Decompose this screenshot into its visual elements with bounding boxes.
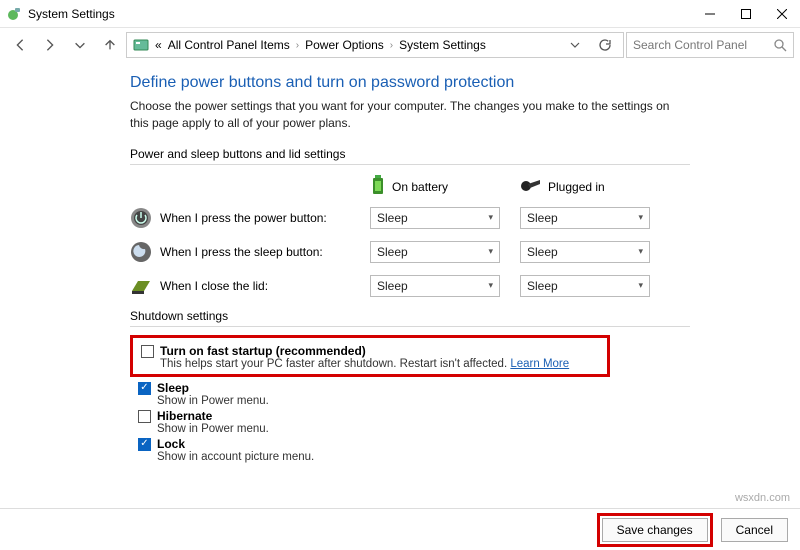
minimize-button[interactable] <box>692 0 728 28</box>
breadcrumb-item[interactable]: All Control Panel Items <box>168 38 290 52</box>
hibernate-checkbox[interactable] <box>138 410 151 423</box>
plug-icon <box>520 178 542 195</box>
sleep-battery-select[interactable]: Sleep▾ <box>370 241 500 263</box>
power-settings-grid: On battery Plugged in When I press the p… <box>130 173 690 303</box>
refresh-button[interactable] <box>593 33 617 57</box>
breadcrumb-prefix: « <box>155 38 162 52</box>
power-button-row: When I press the power button: Sleep▾ Sl… <box>130 201 690 235</box>
chevron-down-icon: ▾ <box>488 280 493 291</box>
power-icon <box>130 207 152 229</box>
section-title: Power and sleep buttons and lid settings <box>130 147 800 161</box>
control-panel-icon <box>133 37 149 53</box>
search-icon <box>773 38 787 52</box>
search-input[interactable]: Search Control Panel <box>626 32 794 58</box>
breadcrumb-item[interactable]: System Settings <box>399 38 486 52</box>
address-history-button[interactable] <box>563 33 587 57</box>
option-description: This helps start your PC faster after sh… <box>160 358 569 370</box>
row-label: When I close the lid: <box>160 279 268 293</box>
power-plugged-select[interactable]: Sleep▾ <box>520 207 650 229</box>
option-description: Show in Power menu. <box>157 423 269 435</box>
maximize-button[interactable] <box>728 0 764 28</box>
nav-back-button[interactable] <box>6 31 34 59</box>
sleep-checkbox[interactable] <box>138 382 151 395</box>
breadcrumb-item[interactable]: Power Options <box>305 38 384 52</box>
fast-startup-highlight: Turn on fast startup (recommended) This … <box>130 335 610 377</box>
nav-up-button[interactable] <box>96 31 124 59</box>
fast-startup-option[interactable]: Turn on fast startup (recommended) This … <box>141 344 599 370</box>
titlebar: System Settings <box>0 0 800 28</box>
option-description: Show in account picture menu. <box>157 451 314 463</box>
lid-icon <box>130 275 152 297</box>
chevron-right-icon: › <box>296 40 299 51</box>
sleep-plugged-select[interactable]: Sleep▾ <box>520 241 650 263</box>
watermark: wsxdn.com <box>735 492 790 504</box>
address-bar[interactable]: « All Control Panel Items › Power Option… <box>126 32 624 58</box>
search-placeholder: Search Control Panel <box>633 38 747 52</box>
battery-icon <box>370 175 386 198</box>
nav-forward-button[interactable] <box>36 31 64 59</box>
fast-startup-checkbox[interactable] <box>141 345 154 358</box>
sleep-icon <box>130 241 152 263</box>
shutdown-settings: Shutdown settings Turn on fast startup (… <box>130 309 690 463</box>
lid-battery-select[interactable]: Sleep▾ <box>370 275 500 297</box>
page-heading: Define power buttons and turn on passwor… <box>130 74 800 92</box>
nav-recent-button[interactable] <box>66 31 94 59</box>
lid-row: When I close the lid: Sleep▾ Sleep▾ <box>130 269 690 303</box>
learn-more-link[interactable]: Learn More <box>510 358 569 370</box>
power-battery-select[interactable]: Sleep▾ <box>370 207 500 229</box>
sleep-button-row: When I press the sleep button: Sleep▾ Sl… <box>130 235 690 269</box>
option-description: Show in Power menu. <box>157 395 269 407</box>
footer: Save changes Cancel <box>0 508 800 550</box>
chevron-down-icon: ▾ <box>638 280 643 291</box>
option-label: Turn on fast startup (recommended) <box>160 344 569 358</box>
chevron-down-icon: ▾ <box>638 212 643 223</box>
content: Define power buttons and turn on passwor… <box>0 62 800 463</box>
lock-checkbox[interactable] <box>138 438 151 451</box>
row-label: When I press the power button: <box>160 211 327 225</box>
option-label: Lock <box>157 437 314 451</box>
row-label: When I press the sleep button: <box>160 245 323 259</box>
chevron-down-icon: ▾ <box>488 246 493 257</box>
save-highlight: Save changes <box>597 513 713 547</box>
sleep-option[interactable]: Sleep Show in Power menu. <box>138 381 690 407</box>
hibernate-option[interactable]: Hibernate Show in Power menu. <box>138 409 690 435</box>
close-button[interactable] <box>764 0 800 28</box>
lock-option[interactable]: Lock Show in account picture menu. <box>138 437 690 463</box>
divider <box>130 164 690 165</box>
cancel-button[interactable]: Cancel <box>721 518 788 542</box>
column-battery-label: On battery <box>392 180 448 194</box>
chevron-down-icon: ▾ <box>488 212 493 223</box>
option-label: Sleep <box>157 381 269 395</box>
app-icon <box>6 6 22 22</box>
chevron-right-icon: › <box>390 40 393 51</box>
window-title: System Settings <box>28 7 115 21</box>
section-title: Shutdown settings <box>130 309 690 323</box>
column-plugged-label: Plugged in <box>548 180 605 194</box>
navbar: « All Control Panel Items › Power Option… <box>0 28 800 62</box>
lid-plugged-select[interactable]: Sleep▾ <box>520 275 650 297</box>
divider <box>130 326 690 327</box>
chevron-down-icon: ▾ <box>638 246 643 257</box>
save-changes-button[interactable]: Save changes <box>602 518 708 542</box>
page-description: Choose the power settings that you want … <box>130 98 680 133</box>
option-label: Hibernate <box>157 409 269 423</box>
